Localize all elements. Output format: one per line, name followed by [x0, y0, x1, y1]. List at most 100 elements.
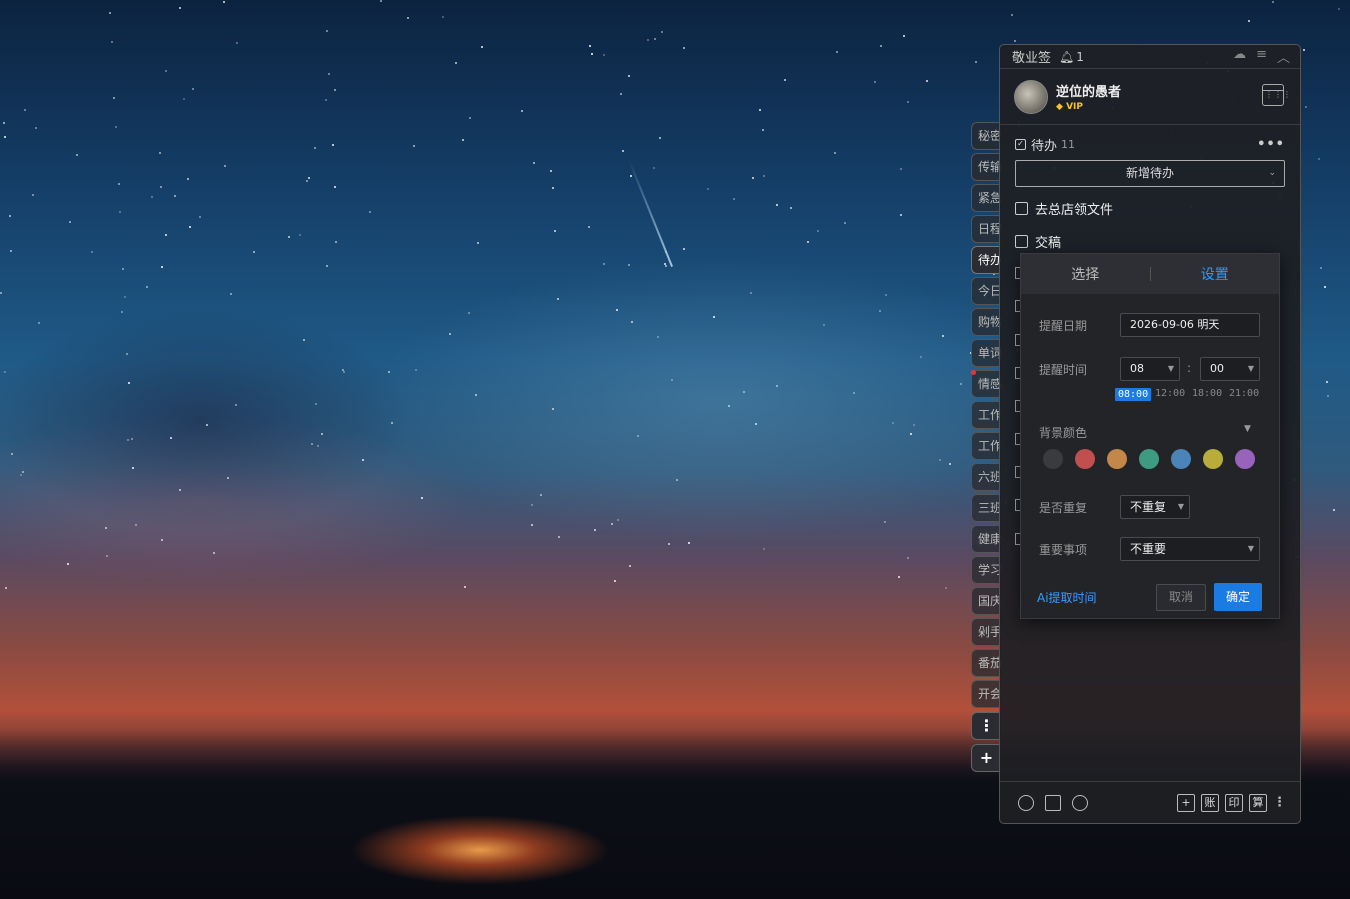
side-tab[interactable]: 工作 — [971, 401, 1001, 429]
more-options-icon[interactable]: ••• — [1257, 137, 1285, 152]
todo-checkbox[interactable] — [1015, 235, 1028, 248]
star — [4, 136, 6, 138]
cloud-icon[interactable]: ☁ — [1233, 47, 1246, 66]
calc-button[interactable]: 算 — [1249, 793, 1267, 812]
side-tab[interactable]: 情感 — [971, 370, 1001, 398]
side-tab[interactable]: 开会 — [971, 680, 1001, 708]
star — [1326, 381, 1328, 383]
notification-count: 1 — [1076, 49, 1084, 64]
add-todo-button[interactable]: 新增待办 ⌄ — [1015, 160, 1285, 187]
side-tab[interactable]: 国庆 — [971, 587, 1001, 615]
side-tab[interactable]: 购物 — [971, 308, 1001, 336]
quick-time-2100[interactable]: 21:00 — [1229, 388, 1259, 399]
star — [183, 98, 185, 100]
reminder-date-field[interactable]: 2026-09-06 明天 — [1120, 313, 1260, 337]
side-tab[interactable]: 单词 — [971, 339, 1001, 367]
side-tab[interactable]: 秘密 — [971, 122, 1001, 150]
star — [362, 459, 364, 461]
todo-item[interactable]: 去总店领文件 — [1015, 192, 1285, 225]
color-swatch[interactable] — [1107, 449, 1127, 469]
side-tab[interactable]: 传输 — [971, 153, 1001, 181]
star — [603, 54, 605, 56]
star — [926, 80, 928, 82]
repeat-select[interactable]: 不重复 ▼ — [1120, 495, 1190, 519]
star — [161, 539, 163, 541]
bg-color-label: 背景颜色 — [1039, 426, 1088, 440]
side-tab[interactable]: 紧急 — [971, 184, 1001, 212]
star — [334, 89, 336, 91]
color-expand-icon[interactable]: ▼ — [1244, 424, 1251, 434]
side-tab[interactable]: 番茄 — [971, 649, 1001, 677]
minute-select[interactable]: 00 ▼ — [1200, 357, 1260, 381]
title-bar[interactable]: 敬业签 🔔︎ 1 ☁ ≡ ︿ — [1000, 45, 1300, 69]
more-tabs-button[interactable]: ⋮ — [971, 712, 1001, 740]
star — [11, 453, 13, 455]
star — [343, 371, 345, 373]
important-select[interactable]: 不重要 ▼ — [1120, 537, 1260, 561]
ai-extract-time-link[interactable]: Ai提取时间 — [1037, 589, 1097, 606]
unread-dot — [971, 370, 976, 375]
quick-time-1800[interactable]: 18:00 — [1192, 388, 1222, 399]
footer-more-icon[interactable]: ⋮ — [1273, 796, 1286, 809]
star — [38, 322, 40, 324]
star — [885, 294, 887, 296]
side-tab[interactable]: 三班 — [971, 494, 1001, 522]
side-tab[interactable]: 健康 — [971, 525, 1001, 553]
star — [910, 433, 912, 435]
collapse-icon[interactable]: ︿ — [1277, 47, 1290, 66]
star — [853, 392, 855, 394]
side-tab[interactable]: 剁手 — [971, 618, 1001, 646]
star — [659, 137, 661, 139]
bell-icon[interactable]: 🔔︎ — [1059, 50, 1074, 64]
star — [407, 17, 409, 19]
add-note-button[interactable]: + — [1177, 793, 1195, 812]
star — [224, 165, 226, 167]
star — [449, 333, 451, 335]
color-swatch[interactable] — [1139, 449, 1159, 469]
star — [790, 207, 792, 209]
color-swatch[interactable] — [1235, 449, 1255, 469]
star — [631, 321, 633, 323]
star — [1338, 8, 1340, 10]
print-button[interactable]: 印 — [1225, 793, 1243, 812]
calendar-icon[interactable] — [1262, 84, 1292, 106]
todo-checkbox[interactable] — [1015, 202, 1028, 215]
star — [898, 576, 900, 578]
tab-select[interactable]: 选择 — [1021, 264, 1150, 284]
star — [620, 93, 622, 95]
hour-select[interactable]: 08 ▼ — [1120, 357, 1180, 381]
quick-time-1200[interactable]: 12:00 — [1155, 388, 1185, 399]
color-swatch[interactable] — [1043, 449, 1063, 469]
side-tab[interactable]: 待办 — [971, 246, 1001, 274]
avatar[interactable] — [1014, 79, 1048, 114]
color-swatch[interactable] — [1203, 449, 1223, 469]
star — [165, 234, 167, 236]
side-tab[interactable]: 六班 — [971, 463, 1001, 491]
quick-time-0800[interactable]: 08:00 — [1115, 388, 1152, 401]
star — [557, 298, 559, 300]
color-swatch[interactable] — [1171, 449, 1191, 469]
tab-settings[interactable]: 设置 — [1151, 264, 1280, 284]
side-tab[interactable]: 工作 — [971, 432, 1001, 460]
cancel-button[interactable]: 取消 — [1156, 584, 1206, 611]
add-tab-button[interactable]: + — [971, 744, 1001, 772]
color-swatch[interactable] — [1075, 449, 1095, 469]
caret-down-icon[interactable]: ⌄ — [1268, 161, 1276, 186]
menu-icon[interactable]: ≡ — [1256, 47, 1267, 66]
star — [939, 459, 941, 461]
star — [755, 423, 757, 425]
account-button[interactable]: 账 — [1201, 793, 1219, 812]
important-value: 不重要 — [1130, 542, 1167, 556]
todo-header: ✓ 待办 11 ••• — [1015, 135, 1285, 154]
star — [124, 296, 126, 298]
search-icon[interactable] — [1072, 794, 1088, 811]
checklist-icon[interactable] — [1045, 794, 1061, 811]
clock-icon[interactable] — [1018, 794, 1034, 811]
confirm-button[interactable]: 确定 — [1214, 583, 1262, 611]
star — [119, 211, 121, 213]
side-tab[interactable]: 今日 — [971, 277, 1001, 305]
side-tab[interactable]: 日程 — [971, 215, 1001, 243]
star — [900, 168, 902, 170]
side-tab[interactable]: 学习 — [971, 556, 1001, 584]
star — [151, 196, 153, 198]
